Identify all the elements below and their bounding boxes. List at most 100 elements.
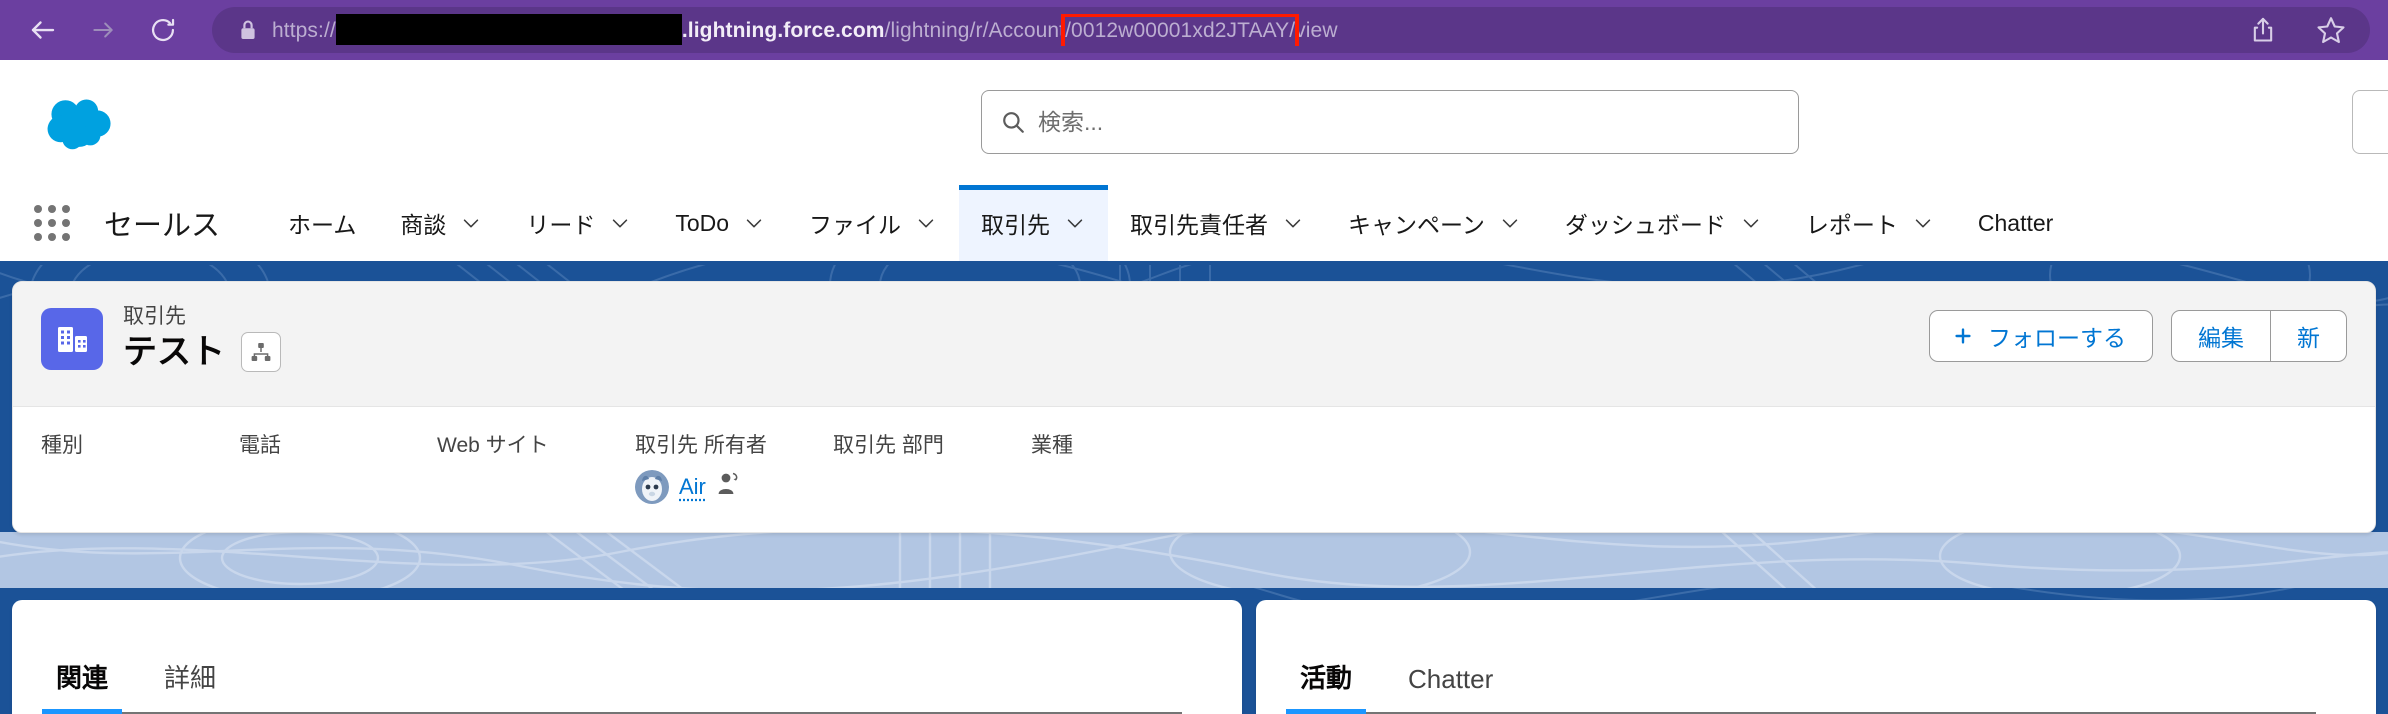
nav-item-label: 商談 <box>400 212 447 238</box>
band-pattern <box>0 532 2388 588</box>
nav-item-label: キャンペーン <box>1348 212 1485 238</box>
tab-details[interactable]: 詳細 <box>150 658 230 714</box>
chevron-down-icon <box>1067 219 1083 228</box>
hierarchy-icon <box>251 343 271 362</box>
address-bar-actions <box>2248 15 2346 45</box>
record-header-row: 取引先 テスト フォローする 編集 新 <box>13 282 2375 406</box>
back-button[interactable] <box>26 13 60 47</box>
nav-item-accounts[interactable]: 取引先 <box>959 185 1109 261</box>
account-owner-link[interactable]: Air <box>679 474 706 500</box>
nav-item-list: ホーム 商談 リード ToDo ファイル 取引先 取引先責任者 キャンペーン ダ… <box>266 185 2388 261</box>
global-header-action-button[interactable] <box>2352 90 2388 154</box>
tab-chatter[interactable]: Chatter <box>1394 664 1507 714</box>
browser-toolbar: https:// .lightning.force.com/lightning/r… <box>0 0 2388 60</box>
nav-item-leads[interactable]: リード <box>504 185 653 261</box>
nav-item-reports[interactable]: レポート <box>1784 185 1956 261</box>
nav-item-label: 取引先 <box>981 212 1051 238</box>
share-button[interactable] <box>2248 15 2278 45</box>
follow-button-label: フォローする <box>1988 325 2126 351</box>
nav-item-tasks[interactable]: ToDo <box>653 185 787 261</box>
user-avatar-icon <box>635 470 669 505</box>
address-bar[interactable]: https:// .lightning.force.com/lightning/r… <box>212 7 2370 53</box>
chevron-down-icon <box>613 219 628 228</box>
nav-item-opportunities[interactable]: 商談 <box>378 185 504 261</box>
change-owner-icon[interactable] <box>716 471 740 503</box>
nav-item-chatter[interactable]: Chatter <box>1956 185 2075 261</box>
bookmark-button[interactable] <box>2316 15 2346 45</box>
current-app-name[interactable]: セールス <box>92 185 230 261</box>
field-value: Air <box>635 470 833 505</box>
plus-icon <box>1955 328 1971 344</box>
star-icon <box>2317 17 2345 44</box>
chevron-down-icon <box>1743 219 1759 228</box>
field-account-owner: 取引先 所有者 Air <box>635 407 833 505</box>
nav-item-label: ToDo <box>675 209 730 236</box>
record-page-body: 取引先 テスト フォローする 編集 新 種別 電話 Web サイト 取引先 所有… <box>0 265 2388 714</box>
salesforce-global-header: 検索... <box>0 60 2388 185</box>
avatar <box>635 470 669 505</box>
field-value[interactable] <box>41 470 239 500</box>
tab-related[interactable]: 関連 <box>42 658 123 714</box>
field-value[interactable] <box>437 470 635 500</box>
record-compact-fields: 種別 電話 Web サイト 取引先 所有者 Air 取引先 部門 業種 <box>13 406 2375 532</box>
record-detail-panels: 関連 詳細 活動 Chatter <box>12 600 2376 714</box>
chevron-down-icon <box>1502 219 1518 228</box>
side-panel: 活動 Chatter <box>1256 600 2376 714</box>
url-redacted-block <box>335 14 682 45</box>
reload-icon <box>151 18 175 42</box>
follow-button[interactable]: フォローする <box>1929 310 2153 362</box>
nav-item-dashboards[interactable]: ダッシュボード <box>1543 185 1784 261</box>
app-launcher-icon <box>34 205 70 241</box>
nav-item-files[interactable]: ファイル <box>787 185 959 261</box>
app-navigation-bar: セールス ホーム 商談 リード ToDo ファイル 取引先 取引先責任者 キャン… <box>0 185 2388 265</box>
record-name-row: テスト <box>123 332 281 373</box>
chevron-down-icon <box>1285 219 1301 228</box>
url-text: https:// .lightning.force.com/lightning/r… <box>272 14 1338 46</box>
nav-item-label: Chatter <box>1977 209 2054 236</box>
app-launcher-button[interactable] <box>30 185 74 261</box>
field-phone: 電話 <box>239 407 437 500</box>
browser-nav-buttons <box>18 13 212 47</box>
nav-item-campaigns[interactable]: キャンペーン <box>1326 185 1543 261</box>
search-placeholder: 検索... <box>1038 108 1104 135</box>
salesforce-cloud-logo-glyph <box>47 99 111 150</box>
field-value[interactable] <box>833 470 1031 500</box>
salesforce-cloud-logo[interactable] <box>42 94 120 150</box>
search-icon <box>1003 112 1024 133</box>
global-search[interactable]: 検索... <box>981 90 1799 154</box>
record-object-label: 取引先 <box>123 305 186 328</box>
field-industry: 業種 <box>1031 407 1229 500</box>
field-label: 取引先 部門 <box>833 434 944 457</box>
lock-icon <box>238 18 258 42</box>
nav-item-home[interactable]: ホーム <box>266 185 378 261</box>
new-button[interactable]: 新 <box>2271 310 2347 362</box>
reload-button[interactable] <box>146 13 180 47</box>
forward-button[interactable] <box>86 13 120 47</box>
field-label: 業種 <box>1031 434 1073 457</box>
account-building-icon <box>41 308 103 370</box>
nav-item-label: 取引先責任者 <box>1130 212 1269 238</box>
tab-activity[interactable]: 活動 <box>1286 658 1367 714</box>
record-actions: フォローする 編集 新 <box>1929 304 2347 362</box>
field-website: Web サイト <box>437 407 635 500</box>
record-highlights-panel: 取引先 テスト フォローする 編集 新 種別 電話 Web サイト 取引先 所有… <box>12 281 2376 533</box>
page-band <box>0 532 2388 588</box>
field-value[interactable] <box>1031 470 1229 500</box>
url-scheme: https:// <box>272 18 336 42</box>
url-path-after: view <box>1295 18 1338 42</box>
view-hierarchy-button[interactable] <box>241 332 281 373</box>
chevron-down-icon <box>1915 219 1931 228</box>
account-building-icon-glyph <box>58 327 87 352</box>
edit-button[interactable]: 編集 <box>2171 310 2271 362</box>
chevron-down-icon <box>464 219 479 228</box>
arrow-right-icon <box>93 22 113 38</box>
field-value[interactable] <box>239 470 437 500</box>
nav-item-contacts[interactable]: 取引先責任者 <box>1108 185 1326 261</box>
nav-item-label: ファイル <box>809 212 902 238</box>
nav-item-label: ホーム <box>288 212 357 238</box>
search-input-wrapper[interactable]: 検索... <box>981 90 1799 154</box>
page-title: テスト <box>123 332 225 371</box>
url-host: .lightning.force.com <box>681 18 885 42</box>
main-panel-tabs: 関連 詳細 <box>42 600 1212 714</box>
url-path-before: /lightning/r/Account <box>884 18 1066 42</box>
